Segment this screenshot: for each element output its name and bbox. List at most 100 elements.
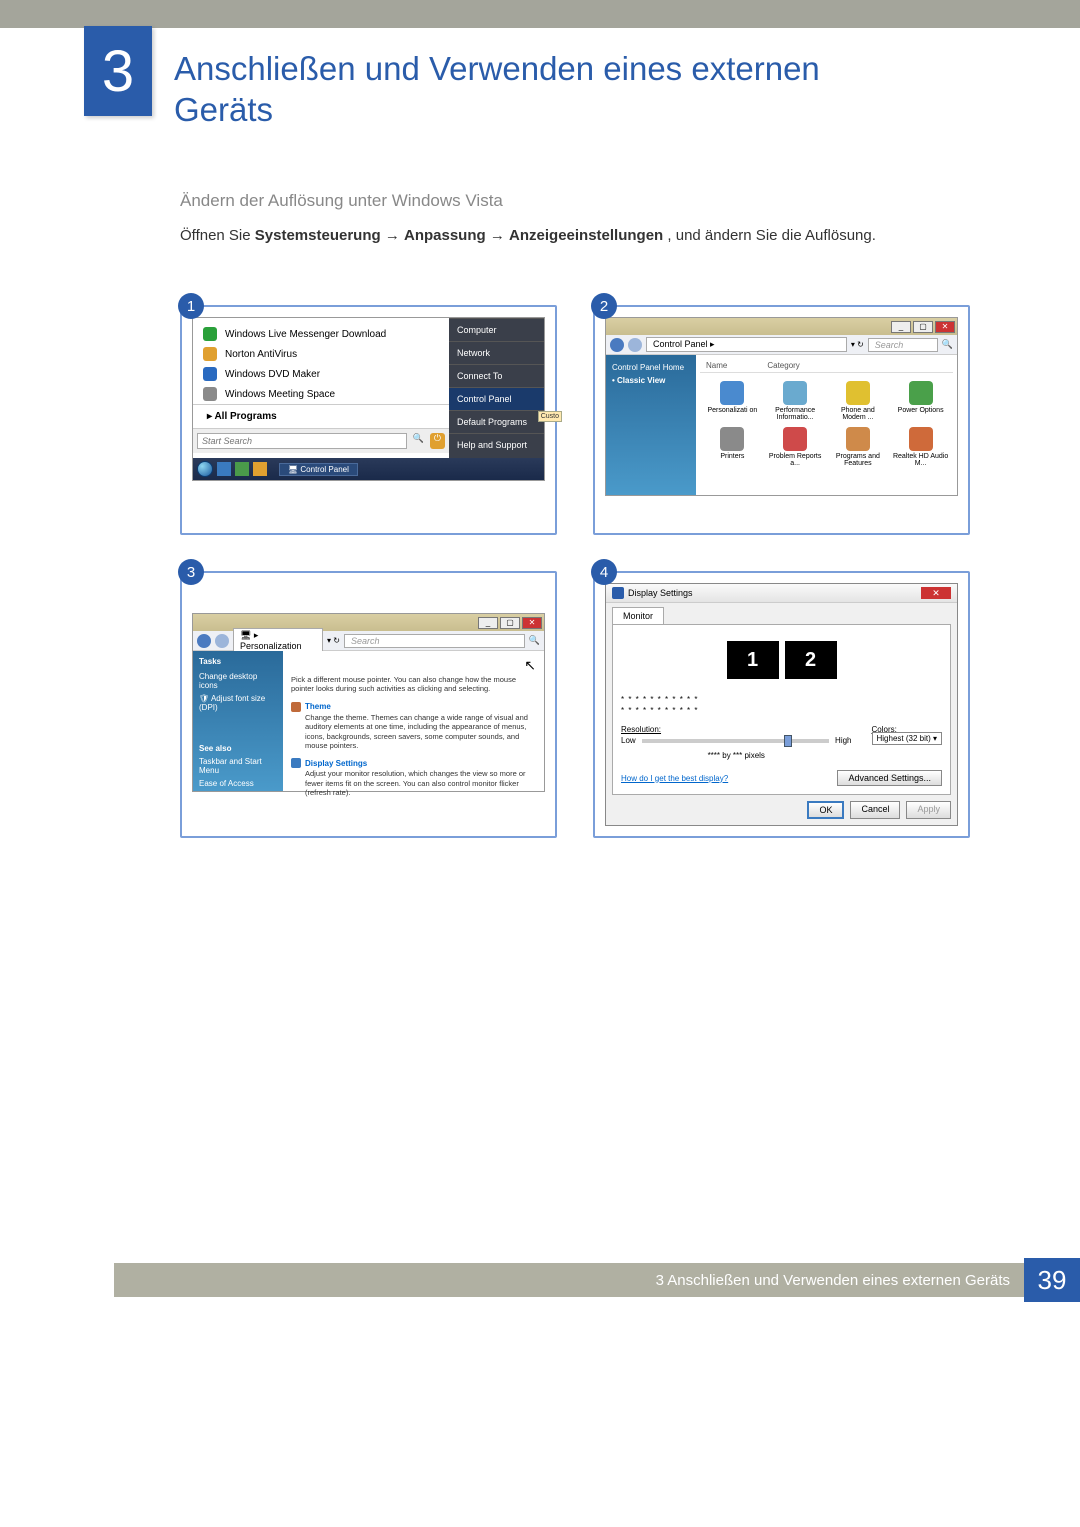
start-right-item[interactable]: Network xyxy=(449,341,544,364)
cp-icon-phone[interactable]: Phone and Modem ... xyxy=(830,381,887,421)
close-icon[interactable]: ✕ xyxy=(935,321,955,333)
page-content: Ändern der Auflösung unter Windows Vista… xyxy=(0,131,1080,839)
breadcrumb[interactable]: Control Panel ▸ xyxy=(646,337,847,352)
cp-icon-power[interactable]: Power Options xyxy=(892,381,949,421)
forward-icon[interactable] xyxy=(215,634,229,648)
column-category[interactable]: Category xyxy=(767,361,799,370)
close-icon[interactable]: ✕ xyxy=(522,617,542,629)
apply-button[interactable]: Apply xyxy=(906,801,951,819)
control-panel-window: _ ▢ ✕ Control Panel ▸ ▾ ↻ Search 🔍 Contr… xyxy=(605,317,958,496)
printer-icon xyxy=(720,427,744,451)
txt: Öffnen Sie xyxy=(180,227,255,244)
start-menu-item[interactable]: Norton AntiVirus xyxy=(193,344,449,364)
ok-button[interactable]: OK xyxy=(807,801,844,819)
sidebar-heading: See also xyxy=(199,744,277,753)
personalization-block[interactable]: Pick a different mouse pointer. You can … xyxy=(291,675,536,694)
taskbar-button[interactable]: 🖥 Control Panel xyxy=(279,463,358,476)
tab-monitor[interactable]: Monitor xyxy=(612,607,664,624)
section-subtitle: Ändern der Auflösung unter Windows Vista xyxy=(180,191,970,211)
display-icon xyxy=(612,587,624,599)
forward-icon[interactable] xyxy=(628,338,642,352)
path-item: Anzeigeeinstellungen xyxy=(509,227,663,244)
label: Personalization xyxy=(240,641,302,651)
search-input[interactable]: Search xyxy=(868,338,938,352)
start-orb-icon[interactable] xyxy=(197,461,213,477)
display-icon xyxy=(291,758,301,768)
start-menu-window: Windows Live Messenger Download Norton A… xyxy=(192,317,545,481)
step-number: 1 xyxy=(178,293,204,319)
cp-icon-realtek[interactable]: Realtek HD Audio M... xyxy=(892,427,949,467)
quicklaunch-icon[interactable] xyxy=(217,462,231,476)
screenshot-grid: 1 Windows Live Messenger Download Norton… xyxy=(180,305,970,838)
sidebar-item[interactable]: Control Panel Home xyxy=(612,361,690,374)
chapter-header: 3 Anschließen und Verwenden eines extern… xyxy=(0,26,1080,131)
label: Windows DVD Maker xyxy=(225,369,320,380)
refresh-icon[interactable]: ▾ ↻ xyxy=(851,340,864,349)
quicklaunch-icon[interactable] xyxy=(235,462,249,476)
personalization-block[interactable]: Display Settings Adjust your monitor res… xyxy=(291,758,536,797)
sidebar-item[interactable]: Ease of Access xyxy=(199,777,277,790)
description: Change the theme. Themes can change a wi… xyxy=(305,713,536,751)
personalization-block[interactable]: Theme Change the theme. Themes can chang… xyxy=(291,702,536,751)
taskbar: 🖥 Control Panel xyxy=(193,458,544,480)
maximize-icon[interactable]: ▢ xyxy=(913,321,933,333)
back-icon[interactable] xyxy=(610,338,624,352)
cp-icon-personalization[interactable]: Personalizati on xyxy=(704,381,761,421)
cp-icon-printers[interactable]: Printers xyxy=(704,427,761,467)
monitor-1[interactable]: 1 xyxy=(727,641,779,679)
column-name[interactable]: Name xyxy=(706,361,727,370)
sidebar-item[interactable]: Change desktop icons xyxy=(199,670,277,692)
control-panel-sidebar: Control Panel Home • Classic View xyxy=(606,355,696,495)
monitor-2[interactable]: 2 xyxy=(785,641,837,679)
help-link[interactable]: How do I get the best display? xyxy=(621,774,728,783)
maximize-icon[interactable]: ▢ xyxy=(500,617,520,629)
quicklaunch-icon[interactable] xyxy=(253,462,267,476)
dialog-titlebar: Display Settings ✕ xyxy=(606,584,957,603)
start-menu-item[interactable]: Windows DVD Maker xyxy=(193,364,449,384)
sidebar-item[interactable]: Taskbar and Start Menu xyxy=(199,755,277,777)
cp-icon-programs[interactable]: Programs and Features xyxy=(830,427,887,467)
control-panel-main: Name Category Personalizati on Performan… xyxy=(696,355,957,495)
app-icon xyxy=(203,327,217,341)
label: Control Panel xyxy=(300,465,348,474)
minimize-icon[interactable]: _ xyxy=(478,617,498,629)
close-icon[interactable]: ✕ xyxy=(921,587,951,599)
start-right-item[interactable]: Computer xyxy=(449,318,544,341)
search-icon[interactable]: 🔍 xyxy=(407,433,430,449)
sidebar-item[interactable]: 🛡 Adjust font size (DPI) xyxy=(199,692,277,714)
all-programs[interactable]: ▸ All Programs xyxy=(193,404,449,428)
step-panel-2: 2 _ ▢ ✕ Control Panel ▸ ▾ ↻ Search 🔍 xyxy=(593,305,970,535)
start-search-input[interactable] xyxy=(197,433,407,449)
start-right-item[interactable]: Connect To xyxy=(449,364,544,387)
label: Highest (32 bit) xyxy=(877,734,931,743)
start-right-item[interactable]: Help and Support xyxy=(449,433,544,456)
label: Performance Informatio... xyxy=(767,407,824,421)
low-label: Low xyxy=(621,736,636,745)
cp-icon-problem[interactable]: Problem Reports a... xyxy=(767,427,824,467)
slider-thumb[interactable] xyxy=(784,735,792,747)
cp-icon-performance[interactable]: Performance Informatio... xyxy=(767,381,824,421)
start-menu-item[interactable]: Windows Live Messenger Download xyxy=(193,324,449,344)
description: Pick a different mouse pointer. You can … xyxy=(291,675,536,694)
gauge-icon xyxy=(783,381,807,405)
start-right-item-selected[interactable]: Control Panel xyxy=(449,387,544,410)
refresh-icon[interactable]: ▾ ↻ xyxy=(327,636,340,645)
resolution-slider[interactable]: Low High xyxy=(621,736,852,745)
dialog-title: Display Settings xyxy=(628,588,693,598)
back-icon[interactable] xyxy=(197,634,211,648)
description: Adjust your monitor resolution, which ch… xyxy=(305,769,536,797)
minimize-icon[interactable]: _ xyxy=(891,321,911,333)
sidebar-item[interactable]: • Classic View xyxy=(612,374,690,387)
start-menu-item[interactable]: Windows Meeting Space xyxy=(193,384,449,404)
colors-select[interactable]: Highest (32 bit) ▾ xyxy=(872,732,943,745)
power-icon[interactable]: ⏻ xyxy=(430,433,445,449)
page-footer: 3 Anschließen und Verwenden eines extern… xyxy=(0,1258,1080,1302)
cursor-icon: ↖ xyxy=(524,657,536,674)
label: Realtek HD Audio M... xyxy=(892,453,949,467)
start-menu-right: Computer Network Connect To Control Pane… xyxy=(449,318,544,458)
start-right-item[interactable]: Default Programs Custo xyxy=(449,410,544,433)
cancel-button[interactable]: Cancel xyxy=(850,801,900,819)
breadcrumb[interactable]: 🖥 ▸ Personalization xyxy=(233,628,323,653)
advanced-button[interactable]: Advanced Settings... xyxy=(837,770,942,786)
search-input[interactable]: Search xyxy=(344,634,525,648)
